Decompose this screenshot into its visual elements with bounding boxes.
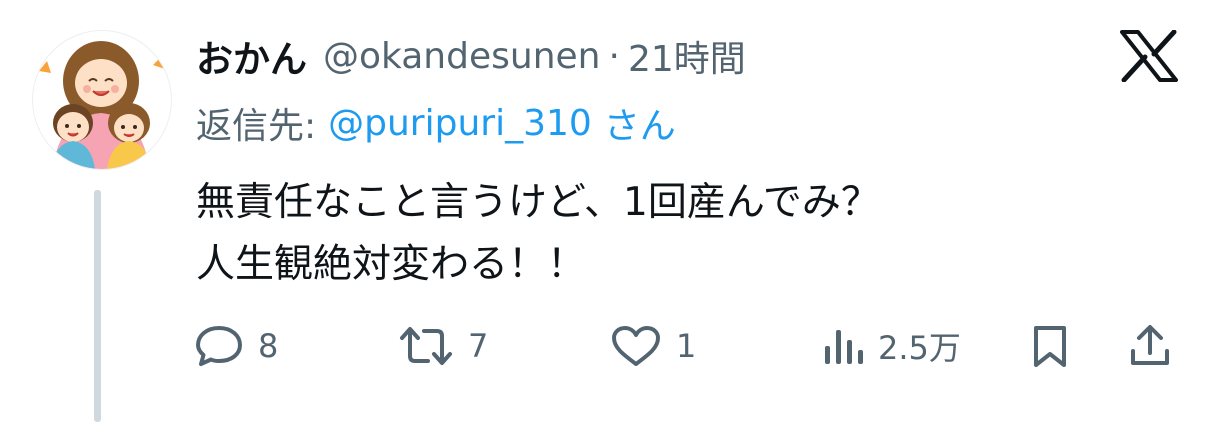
tweet-action-bar: 8 7 1 2.5万 <box>0 316 1206 376</box>
reply-to-honorific[interactable]: さん <box>604 97 676 149</box>
bookmark-button[interactable] <box>1030 316 1070 376</box>
reply-to-label: 返信先: <box>196 106 317 147</box>
x-logo-icon[interactable] <box>1120 29 1178 83</box>
views-button[interactable]: 2.5万 <box>822 316 961 376</box>
speech-bubble-icon <box>196 326 242 366</box>
share-upload-icon <box>1131 325 1169 365</box>
views-count: 2.5万 <box>878 329 961 367</box>
thread-connector-line <box>94 190 101 422</box>
avatar[interactable] <box>32 30 172 170</box>
tweet-text-line: 人生観絶対変わる！！ <box>196 242 587 287</box>
user-handle[interactable]: @okandesunen <box>323 36 600 77</box>
reply-to-handle-link[interactable]: @puripuri_310 <box>328 103 592 144</box>
tweet-text-line: 無責任なこと言うけど、1回産んでみ？ <box>196 180 880 225</box>
reply-button[interactable]: 8 <box>194 316 278 376</box>
heart-icon <box>612 326 660 366</box>
retweet-arrows-icon <box>400 327 452 365</box>
separator-dot: · <box>608 35 620 77</box>
reply-count: 8 <box>258 327 279 365</box>
share-button[interactable] <box>1128 316 1172 376</box>
avatar-illustration <box>39 41 165 169</box>
display-name[interactable]: おかん <box>196 29 307 83</box>
like-button[interactable]: 1 <box>610 316 696 376</box>
retweet-button[interactable]: 7 <box>398 316 488 376</box>
tweet-header: おかん @okandesunen · 21時間 <box>196 28 746 84</box>
timestamp[interactable]: 21時間 <box>628 30 746 82</box>
reply-to-line: 返信先: @puripuri_310 さん <box>196 98 676 148</box>
bar-chart-icon <box>825 330 863 364</box>
like-count: 1 <box>676 327 697 365</box>
tweet-text: 無責任なこと言うけど、1回産んでみ？ 人生観絶対変わる！！ <box>196 172 1156 296</box>
bookmark-icon <box>1034 326 1066 367</box>
retweet-count: 7 <box>468 327 489 365</box>
